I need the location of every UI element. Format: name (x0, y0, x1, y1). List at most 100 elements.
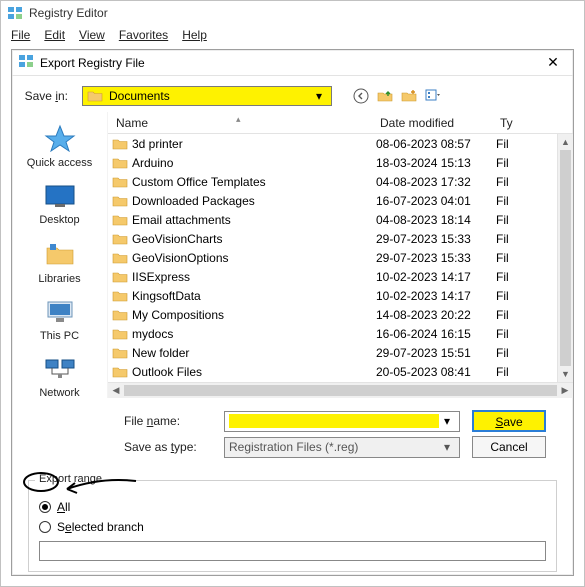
export-range-legend: Export range (35, 473, 106, 485)
file-type: Fil (496, 365, 524, 379)
file-name-dropdown-arrow[interactable]: ▾ (439, 414, 455, 428)
menu-view[interactable]: View (73, 27, 111, 43)
radio-all[interactable] (39, 501, 51, 513)
cancel-button[interactable]: Cancel (472, 436, 546, 458)
save-in-dropdown-arrow[interactable]: ▾ (311, 89, 327, 103)
file-date: 14-08-2023 20:22 (376, 308, 496, 322)
place-libraries[interactable]: Libraries (20, 236, 100, 289)
file-row[interactable]: My Compositions14-08-2023 20:22Fil (108, 305, 557, 324)
dialog-close-button[interactable]: ✕ (539, 53, 567, 73)
folder-icon (112, 232, 128, 246)
file-name: New folder (132, 346, 376, 360)
file-row[interactable]: Custom Office Templates04-08-2023 17:32F… (108, 172, 557, 191)
view-menu-icon[interactable] (424, 87, 442, 105)
radio-selected-branch-label[interactable]: Selected branch (57, 520, 144, 534)
up-one-level-icon[interactable] (376, 87, 394, 105)
app-titlebar: Registry Editor (1, 1, 584, 25)
network-icon (43, 356, 77, 385)
place-desktop[interactable]: Desktop (20, 179, 100, 230)
file-row[interactable]: Arduino18-03-2024 15:13Fil (108, 153, 557, 172)
save-in-row: Save in: Documents ▾ (12, 76, 573, 112)
folder-icon (112, 175, 128, 189)
save-as-type-value: Registration Files (*.reg) (229, 440, 439, 454)
file-type: Fil (496, 270, 524, 284)
menu-file[interactable]: File (5, 27, 36, 43)
back-icon[interactable] (352, 87, 370, 105)
libraries-icon (43, 240, 77, 271)
save-in-combo[interactable]: Documents ▾ (82, 86, 332, 106)
file-row[interactable]: GeoVisionOptions29-07-2023 15:33Fil (108, 248, 557, 267)
places-bar: Quick access Desktop Libraries This PC N… (12, 112, 108, 398)
file-row[interactable]: Downloaded Packages16-07-2023 04:01Fil (108, 191, 557, 210)
scroll-down-arrow[interactable]: ▼ (558, 366, 573, 382)
save-as-type-combo[interactable]: Registration Files (*.reg) ▾ (224, 437, 460, 458)
file-type: Fil (496, 194, 524, 208)
file-name: 3d printer (132, 137, 376, 151)
file-row[interactable]: New folder29-07-2023 15:51Fil (108, 343, 557, 362)
file-name: Email attachments (132, 213, 376, 227)
file-date: 16-06-2024 16:15 (376, 327, 496, 341)
place-quick-access[interactable]: Quick access (20, 120, 100, 173)
hscroll-right-arrow[interactable]: ▶ (557, 385, 573, 396)
file-row[interactable]: Outlook Files20-05-2023 08:41Fil (108, 362, 557, 381)
vertical-scrollbar[interactable]: ▲ ▼ (557, 134, 573, 382)
file-row[interactable]: IISExpress10-02-2023 14:17Fil (108, 267, 557, 286)
folder-icon (112, 251, 128, 265)
file-area: Name ▴ Date modified Ty 3d printer08-06-… (108, 112, 573, 398)
file-type: Fil (496, 251, 524, 265)
file-row[interactable]: GeoVisionCharts29-07-2023 15:33Fil (108, 229, 557, 248)
file-date: 10-02-2023 14:17 (376, 289, 496, 303)
scroll-up-arrow[interactable]: ▲ (558, 134, 573, 150)
file-row[interactable]: KingsoftData10-02-2023 14:17Fil (108, 286, 557, 305)
hscroll-left-arrow[interactable]: ◀ (108, 385, 124, 396)
horizontal-scrollbar[interactable]: ◀ ▶ (108, 382, 573, 398)
file-name-combo[interactable]: ▾ (224, 411, 460, 432)
file-name: GeoVisionCharts (132, 232, 376, 246)
documents-folder-icon (87, 89, 103, 103)
radio-all-row: All (39, 497, 546, 517)
folder-icon (112, 308, 128, 322)
place-this-pc[interactable]: This PC (20, 295, 100, 346)
radio-all-label[interactable]: All (57, 500, 70, 514)
radio-selected-branch[interactable] (39, 521, 51, 533)
radio-selected-branch-row: Selected branch (39, 517, 546, 537)
file-row[interactable]: 3d printer08-06-2023 08:57Fil (108, 134, 557, 153)
file-name: KingsoftData (132, 289, 376, 303)
save-button[interactable]: Save (472, 410, 546, 432)
menu-favorites[interactable]: Favorites (113, 27, 174, 43)
file-type: Fil (496, 308, 524, 322)
file-date: 10-02-2023 14:17 (376, 270, 496, 284)
file-date: 16-07-2023 04:01 (376, 194, 496, 208)
sort-caret-icon: ▴ (236, 114, 241, 125)
hscroll-thumb[interactable] (124, 385, 557, 396)
folder-icon (112, 289, 128, 303)
save-as-type-dropdown-arrow[interactable]: ▾ (439, 440, 455, 454)
new-folder-icon[interactable] (400, 87, 418, 105)
file-row[interactable]: mydocs16-06-2024 16:15Fil (108, 324, 557, 343)
file-name: Downloaded Packages (132, 194, 376, 208)
column-date[interactable]: Date modified (372, 116, 492, 130)
dialog-title: Export Registry File (40, 56, 145, 70)
file-date: 04-08-2023 17:32 (376, 175, 496, 189)
this-pc-icon (43, 299, 77, 328)
save-in-value: Documents (109, 89, 305, 103)
file-row[interactable]: Email attachments04-08-2023 18:14Fil (108, 210, 557, 229)
file-type: Fil (496, 156, 524, 170)
save-in-label: Save in: (24, 89, 74, 103)
dialog-title-icon (18, 53, 34, 72)
fields-area: File name: ▾ Save Save as type: Registra… (12, 398, 573, 466)
file-name: GeoVisionOptions (132, 251, 376, 265)
file-type: Fil (496, 137, 524, 151)
file-date: 29-07-2023 15:51 (376, 346, 496, 360)
file-type: Fil (496, 175, 524, 189)
scroll-thumb[interactable] (560, 150, 571, 366)
file-name: IISExpress (132, 270, 376, 284)
place-network[interactable]: Network (20, 352, 100, 403)
menu-edit[interactable]: Edit (38, 27, 71, 43)
export-dialog: Export Registry File ✕ Save in: Document… (11, 49, 574, 576)
selected-branch-input[interactable] (39, 541, 546, 561)
column-type[interactable]: Ty (492, 116, 573, 130)
folder-icon (112, 327, 128, 341)
menu-help[interactable]: Help (176, 27, 213, 43)
dialog-body: Quick access Desktop Libraries This PC N… (12, 112, 573, 398)
